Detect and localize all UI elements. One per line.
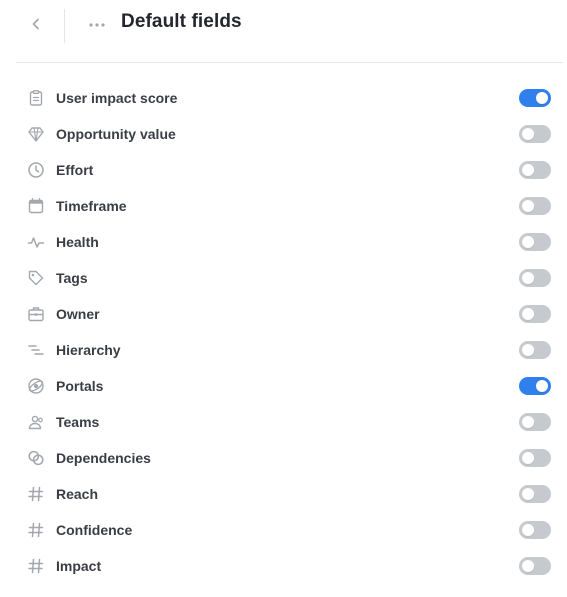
field-row: Reach	[0, 476, 567, 512]
field-toggle[interactable]	[519, 89, 551, 107]
page-header: Default fields	[0, 0, 567, 52]
toggle-knob	[522, 452, 534, 464]
toggle-knob	[522, 416, 534, 428]
field-toggle[interactable]	[519, 269, 551, 287]
calendar-icon	[27, 197, 45, 215]
field-label: Opportunity value	[56, 126, 176, 142]
field-row: Confidence	[0, 512, 567, 548]
page-title: Default fields	[121, 11, 242, 32]
field-row: Opportunity value	[0, 116, 567, 152]
field-label: Confidence	[56, 522, 133, 538]
field-row: Portals	[0, 368, 567, 404]
field-label: Health	[56, 234, 99, 250]
toggle-knob	[522, 128, 534, 140]
toggle-knob	[536, 92, 548, 104]
field-toggle[interactable]	[519, 125, 551, 143]
field-label: Tags	[56, 270, 88, 286]
field-label: Owner	[56, 306, 100, 322]
diamond-icon	[27, 125, 45, 143]
field-row: Effort	[0, 152, 567, 188]
field-row: Dependencies	[0, 440, 567, 476]
toggle-knob	[522, 524, 534, 536]
field-toggle[interactable]	[519, 449, 551, 467]
field-toggle[interactable]	[519, 161, 551, 179]
more-options-button[interactable]	[84, 12, 110, 36]
header-divider	[64, 9, 65, 43]
clock-icon	[27, 161, 45, 179]
back-button[interactable]	[22, 12, 50, 40]
pulse-icon	[27, 233, 45, 251]
toggle-knob	[522, 344, 534, 356]
more-horizontal-icon	[88, 15, 106, 33]
teams-icon	[27, 413, 45, 431]
field-label: Timeframe	[56, 198, 127, 214]
field-list: User impact score Opportunity value Effort…	[0, 80, 567, 584]
field-row: Tags	[0, 260, 567, 296]
briefcase-icon	[27, 305, 45, 323]
field-label: Teams	[56, 414, 100, 430]
toggle-knob	[536, 380, 548, 392]
field-label: Reach	[56, 486, 99, 502]
toggle-knob	[522, 488, 534, 500]
clipboard-icon	[27, 89, 45, 107]
hash-icon	[27, 485, 45, 503]
toggle-knob	[522, 236, 534, 248]
portal-icon	[27, 377, 45, 395]
field-toggle[interactable]	[519, 377, 551, 395]
field-toggle[interactable]	[519, 413, 551, 431]
field-row: Owner	[0, 296, 567, 332]
toggle-knob	[522, 164, 534, 176]
toggle-knob	[522, 200, 534, 212]
field-label: Hierarchy	[56, 342, 121, 358]
field-toggle[interactable]	[519, 485, 551, 503]
field-toggle[interactable]	[519, 341, 551, 359]
link-icon	[27, 449, 45, 467]
field-row: Teams	[0, 404, 567, 440]
field-row: Hierarchy	[0, 332, 567, 368]
hash-icon	[27, 557, 45, 575]
field-label: User impact score	[56, 90, 178, 106]
field-label: Impact	[56, 558, 102, 574]
tag-icon	[27, 269, 45, 287]
field-toggle[interactable]	[519, 197, 551, 215]
field-label: Effort	[56, 162, 94, 178]
header-separator	[16, 62, 563, 63]
field-toggle[interactable]	[519, 233, 551, 251]
toggle-knob	[522, 272, 534, 284]
field-label: Dependencies	[56, 450, 151, 466]
field-toggle[interactable]	[519, 305, 551, 323]
toggle-knob	[522, 308, 534, 320]
field-toggle[interactable]	[519, 557, 551, 575]
field-label: Portals	[56, 378, 104, 394]
field-row: Timeframe	[0, 188, 567, 224]
chevron-left-icon	[29, 17, 43, 36]
field-row: Health	[0, 224, 567, 260]
hash-icon	[27, 521, 45, 539]
hierarchy-icon	[27, 341, 45, 359]
field-toggle[interactable]	[519, 521, 551, 539]
toggle-knob	[522, 560, 534, 572]
field-row: Impact	[0, 548, 567, 584]
field-row: User impact score	[0, 80, 567, 116]
